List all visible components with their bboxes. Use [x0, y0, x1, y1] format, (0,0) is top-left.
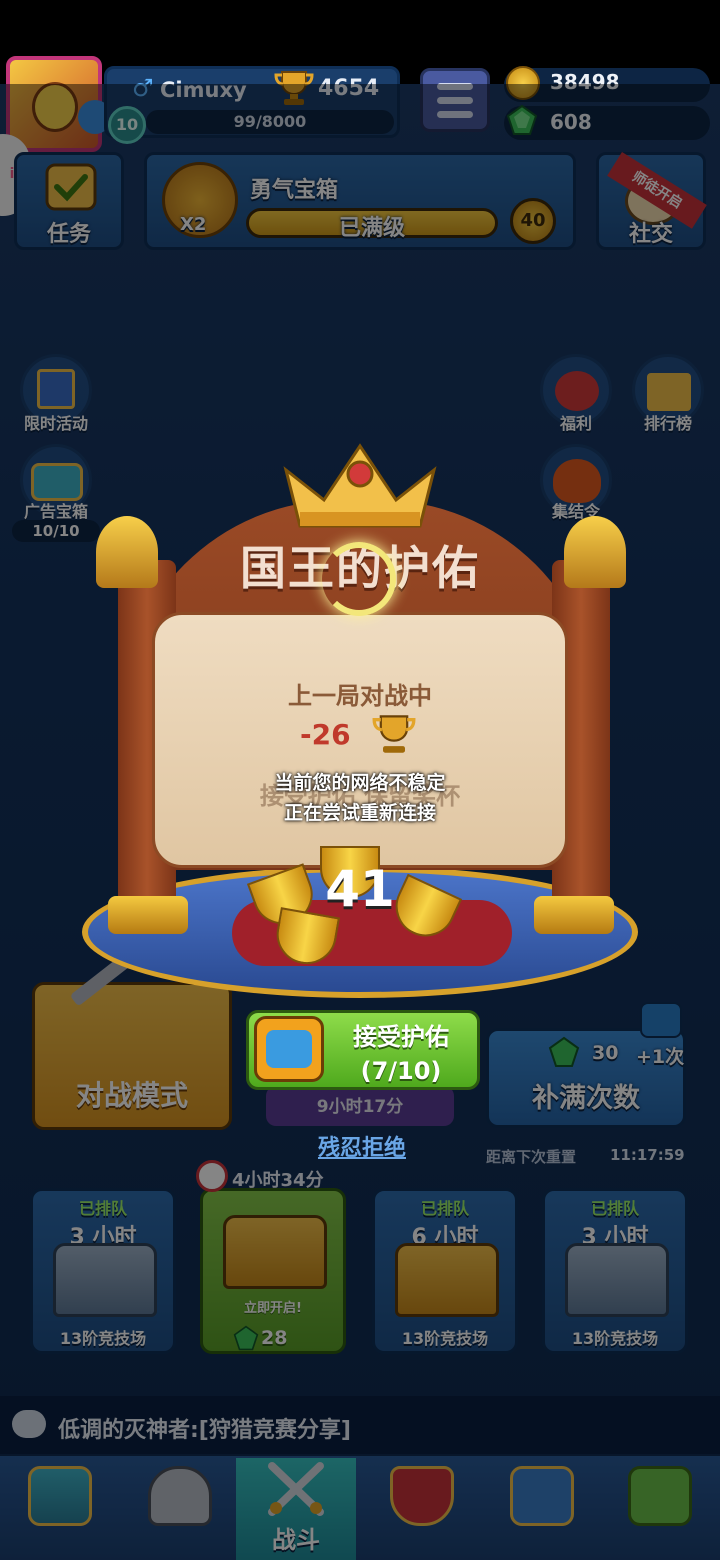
network-toast: 当前您的网络不稳定 正在尝试重新连接 [200, 768, 520, 828]
pillar-base [534, 896, 614, 934]
toast-line-1: 当前您的网络不稳定 [274, 772, 446, 794]
trophy-delta: -26 [300, 718, 351, 751]
accept-protection-label: 接受护佑 (7/10) [326, 1020, 476, 1088]
trophy-icon [372, 715, 416, 753]
play-screen-icon [266, 1030, 312, 1068]
crown-icon [283, 443, 437, 528]
refuse-link[interactable]: 残忍拒绝 [280, 1130, 444, 1162]
pillar-base [108, 896, 188, 934]
loading-spinner-icon [322, 542, 396, 616]
accept-text: 接受护佑 [353, 1023, 449, 1051]
toast-line-2: 正在尝试重新连接 [283, 802, 436, 824]
modal-parchment [152, 612, 568, 868]
protected-trophy-count: 41 [325, 860, 395, 918]
accept-progress: (7/10) [360, 1057, 442, 1085]
previous-battle-label: 上一局对战中 [288, 682, 432, 710]
